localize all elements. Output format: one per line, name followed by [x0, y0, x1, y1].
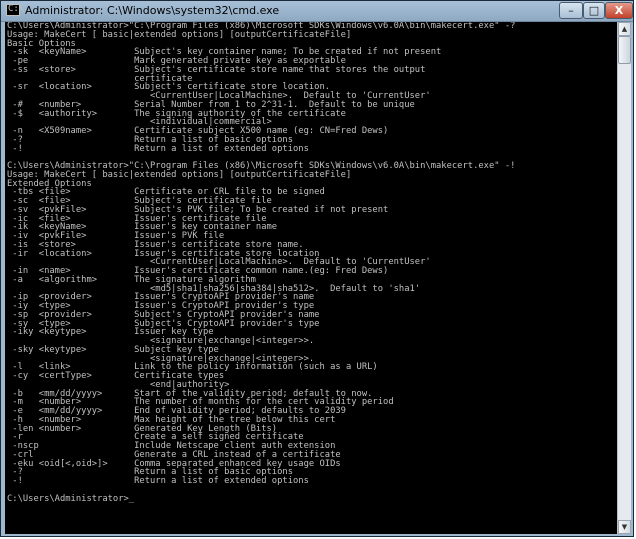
title-bar[interactable]: C:\ Administrator: C:\Windows\system32\c…	[1, 1, 633, 22]
minimize-button[interactable]: –	[559, 2, 583, 19]
maximize-button[interactable]: □	[583, 2, 605, 19]
cmd-app-icon-glyph: C:\	[8, 4, 25, 14]
close-button[interactable]: X	[605, 2, 633, 19]
scroll-up-button[interactable]: ▲	[618, 22, 631, 36]
cmd-app-icon[interactable]: C:\	[6, 4, 24, 16]
scroll-down-button[interactable]: ▼	[618, 520, 631, 534]
console-area[interactable]: C:\Users\Administrator>"C:\Program Files…	[5, 22, 617, 534]
console-line: Usage: MakeCert [ basic|extended options…	[7, 169, 352, 180]
console-line: Usage: MakeCert [ basic|extended options…	[7, 29, 352, 40]
cmd-window: C:\ Administrator: C:\Windows\system32\c…	[0, 0, 634, 537]
console-line: C:\Users\Administrator>_	[7, 493, 135, 504]
scroll-thumb[interactable]	[618, 36, 631, 64]
window-title: Administrator: C:\Windows\system32\cmd.e…	[25, 4, 280, 17]
console-line: -! Return a list of extended options	[7, 143, 309, 154]
console-output[interactable]: C:\Users\Administrator>"C:\Program Files…	[7, 22, 613, 534]
console-line: -! Return a list of extended options	[7, 476, 309, 486]
vertical-scrollbar[interactable]: ▲ ▼	[617, 22, 631, 534]
